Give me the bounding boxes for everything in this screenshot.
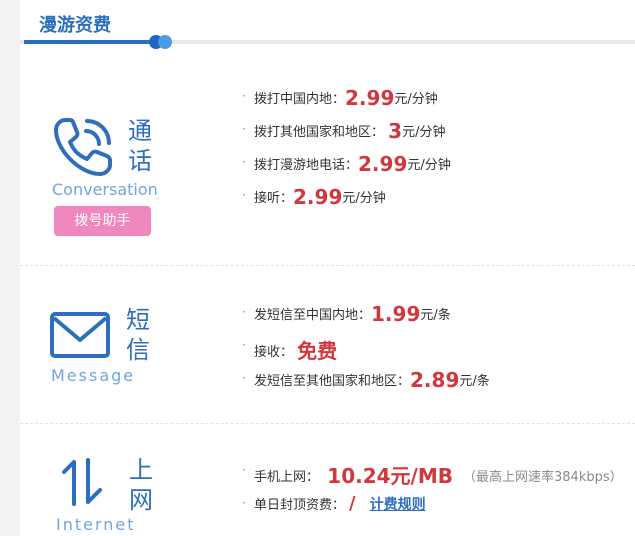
mobile-data-label: 手机上网：	[254, 470, 320, 485]
mobile-data-price: 10.24元/MB	[327, 464, 453, 488]
rate-label: 拨打中国内地：	[254, 92, 346, 107]
bullet: ·	[242, 496, 246, 510]
bullet: ·	[242, 188, 246, 202]
rate-unit: 元/分钟	[407, 158, 451, 173]
section-header: 漫游资费	[20, 0, 635, 49]
rate-label: 拨打其他国家和地区：	[254, 125, 385, 140]
envelope-icon	[50, 312, 110, 363]
rate-price: 2.89	[410, 368, 460, 392]
daily-cap-label: 单日封顶资费：	[254, 498, 346, 513]
billing-rules-link[interactable]: 计费规则	[370, 497, 426, 513]
rate-price: 2.99	[293, 185, 343, 209]
call-char-1: 通	[128, 117, 152, 145]
rate-label: 接听：	[254, 191, 294, 206]
rate-price: 3	[388, 119, 403, 143]
internet-en-label: Internet	[56, 515, 136, 534]
rate-price: 免费	[297, 339, 338, 363]
rate-unit: 元/条	[420, 308, 451, 323]
daily-cap-value: /	[349, 493, 356, 514]
rate-unit: 元/分钟	[394, 92, 438, 107]
up-down-arrows-icon	[60, 458, 104, 511]
roaming-fees-panel: 漫游资费 通 话 Conversation 拨号助手 · 拨打中国内地：2.99…	[20, 0, 635, 536]
rate-label: 发短信至中国内地：	[254, 308, 372, 323]
call-char-2: 话	[128, 147, 152, 175]
rate-label: 发短信至其他国家和地区：	[254, 374, 411, 389]
title-underline-accent	[24, 40, 164, 44]
rate-unit: 元/分钟	[342, 191, 386, 206]
mobile-data-note: （最高上网速率384kbps）	[463, 470, 623, 485]
title-dot	[158, 35, 172, 49]
page-title: 漫游资费	[39, 15, 111, 36]
rate-unit: 元/分钟	[402, 125, 446, 140]
bullet: ·	[242, 155, 246, 169]
message-char-1: 短	[126, 306, 150, 334]
message-en-label: Message	[51, 366, 136, 385]
rate-label: 拨打漫游地电话：	[254, 158, 359, 173]
phone-icon	[52, 114, 116, 183]
rate-price: 2.99	[358, 152, 408, 176]
call-section: 通 话 Conversation 拨号助手 · 拨打中国内地：2.99元/分钟 …	[20, 56, 635, 266]
internet-section: 上 网 Internet · 手机上网： 10.24元/MB （最高上网速率384…	[20, 424, 635, 536]
rate-price: 1.99	[371, 302, 421, 326]
bullet: ·	[242, 305, 246, 319]
bullet: ·	[242, 371, 246, 385]
internet-char-2: 网	[129, 486, 153, 514]
bullet: ·	[242, 89, 246, 103]
bullet: ·	[242, 122, 246, 136]
message-section: 短 信 Message · 发短信至中国内地：1.99元/条 · 接收： 免费 …	[20, 266, 635, 424]
rate-label: 接收：	[254, 345, 294, 360]
bullet: ·	[242, 463, 246, 477]
dial-assistant-button[interactable]: 拨号助手	[54, 206, 151, 236]
rate-price: 2.99	[345, 86, 395, 110]
call-en-label: Conversation	[52, 180, 158, 199]
internet-char-1: 上	[129, 456, 153, 484]
bullet: ·	[242, 338, 246, 352]
message-char-2: 信	[126, 336, 150, 364]
rate-unit: 元/条	[459, 374, 490, 389]
